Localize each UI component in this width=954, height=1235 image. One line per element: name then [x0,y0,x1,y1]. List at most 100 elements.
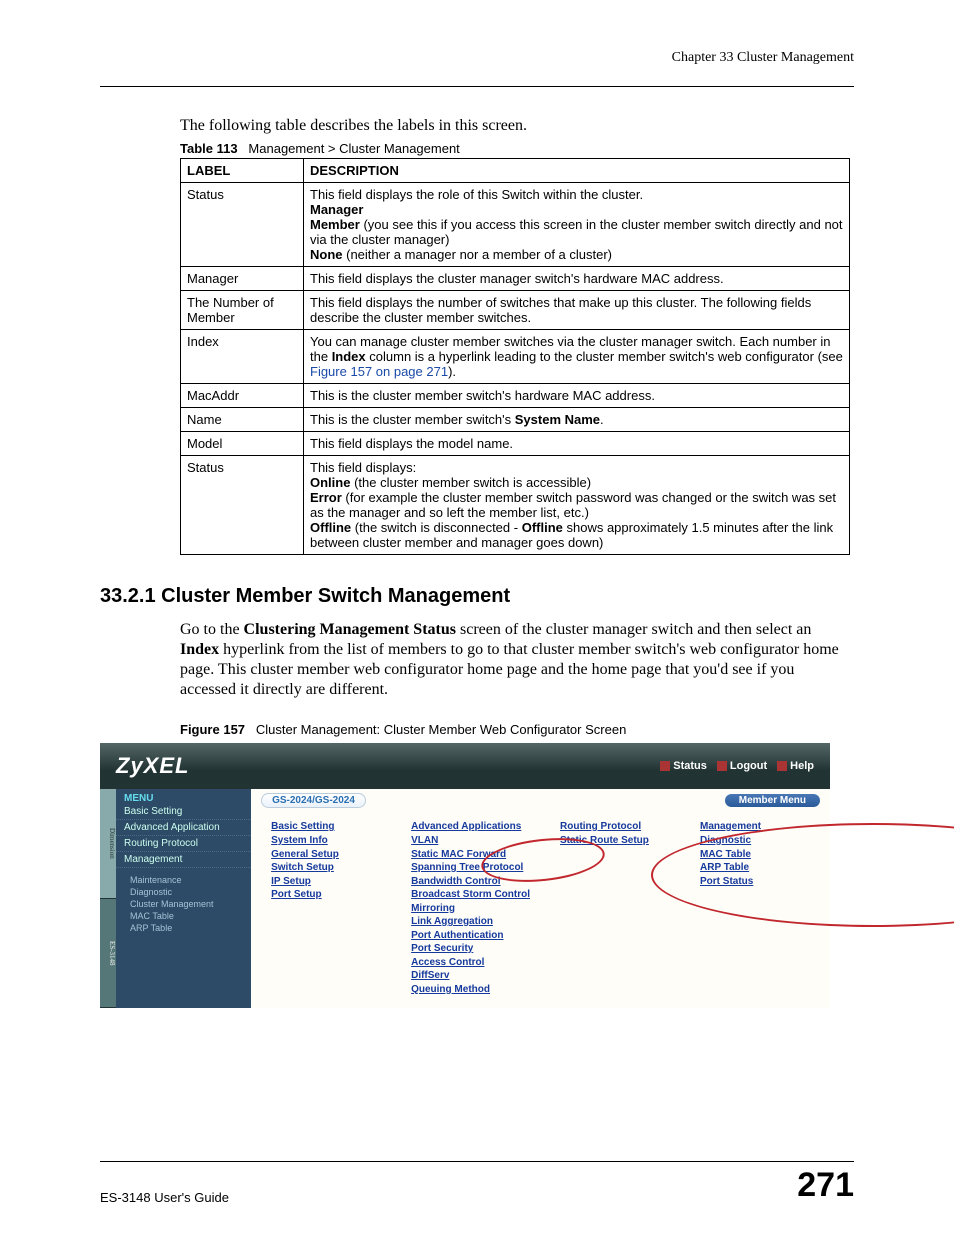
col-routing: Routing Protocol Static Route Setup [560,821,670,996]
menu-link[interactable]: Diagnostic [700,834,810,848]
content-area: GS-2024/GS-2024 Member Menu Basic Settin… [251,789,830,1008]
page-number: 271 [797,1166,854,1205]
help-icon [777,761,787,771]
menu-link[interactable]: MAC Table [700,848,810,862]
row-desc: This field displays: Online (the cluster… [304,456,850,555]
figure-title: Cluster Management: Cluster Member Web C… [256,722,626,737]
figure-link[interactable]: Figure 157 on page 271 [310,364,448,379]
row-desc: This is the cluster member switch's hard… [304,384,850,408]
status-icon [660,761,670,771]
row-desc: You can manage cluster member switches v… [304,330,850,384]
help-link[interactable]: Help [777,760,814,772]
row-desc: This field displays the role of this Swi… [304,183,850,267]
table-row: Manager This field displays the cluster … [181,267,850,291]
col-description: DESCRIPTION [304,159,850,183]
menu-link[interactable]: Access Control [411,956,530,970]
sidebar-sub-cluster[interactable]: Cluster Management [116,898,251,910]
menu-link[interactable]: Link Aggregation [411,915,530,929]
menu-link[interactable]: General Setup [271,848,381,862]
table-row: The Number of Member This field displays… [181,291,850,330]
row-label: Model [181,432,304,456]
col-head: Advanced Applications [411,821,530,832]
logout-icon [717,761,727,771]
intro-text: The following table describes the labels… [180,117,854,135]
row-label: Manager [181,267,304,291]
breadcrumb-bar: GS-2024/GS-2024 Member Menu [251,789,830,811]
table-caption: Table 113 Management > Cluster Managemen… [180,141,854,156]
row-label: Name [181,408,304,432]
row-label: Status [181,456,304,555]
table-row: MacAddr This is the cluster member switc… [181,384,850,408]
col-advanced: Advanced Applications VLAN Static MAC Fo… [411,821,530,996]
menu-link[interactable]: DiffServ [411,969,530,983]
col-label: LABEL [181,159,304,183]
sidebar-sub-arptable[interactable]: ARP Table [116,922,251,934]
table-header-row: LABEL DESCRIPTION [181,159,850,183]
col-head: Management [700,821,810,832]
menu-link[interactable]: VLAN [411,834,530,848]
fig-body: Dimension ES-3148 MENU Basic Setting Adv… [100,789,830,1008]
member-menu-button[interactable]: Member Menu [725,794,820,807]
sidebar-item-basic[interactable]: Basic Setting [116,804,251,820]
menu-link[interactable]: Bandwidth Control [411,875,530,889]
col-basic: Basic Setting System Info General Setup … [271,821,381,996]
figure-num: Figure 157 [180,722,245,737]
vertical-tabs: Dimension ES-3148 [100,789,116,1008]
col-management: Management Diagnostic MAC Table ARP Tabl… [700,821,810,996]
top-right-links: Status Logout Help [660,760,814,772]
sidebar-item-routing[interactable]: Routing Protocol [116,836,251,852]
sidebar-sub-mactable[interactable]: MAC Table [116,910,251,922]
row-label: MacAddr [181,384,304,408]
description-table: LABEL DESCRIPTION Status This field disp… [180,158,850,555]
sidebar: MENU Basic Setting Advanced Application … [116,789,251,1008]
chapter-label: Chapter 33 Cluster Management [672,50,854,65]
menu-link[interactable]: Port Status [700,875,810,889]
col-head: Basic Setting [271,821,381,832]
page-footer: ES-3148 User's Guide 271 [100,1161,854,1205]
menu-link[interactable]: Port Setup [271,888,381,902]
page-header: Chapter 33 Cluster Management [100,50,854,87]
table-num: Table 113 [180,141,238,156]
menu-link[interactable]: Port Security [411,942,530,956]
section-body: Go to the Clustering Management Status s… [180,620,854,700]
menu-link[interactable]: Port Authentication [411,929,530,943]
menu-link[interactable]: Static MAC Forward [411,848,530,862]
table-row: Status This field displays: Online (the … [181,456,850,555]
menu-link[interactable]: Queuing Method [411,983,530,997]
sidebar-sub-maintenance[interactable]: Maintenance [116,874,251,886]
row-desc: This field displays the number of switch… [304,291,850,330]
sidebar-item-advanced[interactable]: Advanced Application [116,820,251,836]
breadcrumb-left: GS-2024/GS-2024 [261,793,366,808]
menu-link[interactable]: System Info [271,834,381,848]
sidebar-menu-label: MENU [116,791,251,804]
row-desc: This field displays the cluster manager … [304,267,850,291]
figure-caption: Figure 157 Cluster Management: Cluster M… [180,722,854,737]
menu-link[interactable]: Broadcast Storm Control [411,888,530,902]
vtab-es3148[interactable]: ES-3148 [100,899,116,1009]
table-row: Name This is the cluster member switch's… [181,408,850,432]
sidebar-sub-diagnostic[interactable]: Diagnostic [116,886,251,898]
col-head: Routing Protocol [560,821,670,832]
menu-link[interactable]: Static Route Setup [560,834,670,848]
row-label: Status [181,183,304,267]
table-row: Model This field displays the model name… [181,432,850,456]
footer-guide: ES-3148 User's Guide [100,1190,229,1205]
menu-link[interactable]: Mirroring [411,902,530,916]
row-label: The Number of Member [181,291,304,330]
menu-link[interactable]: IP Setup [271,875,381,889]
table-row: Status This field displays the role of t… [181,183,850,267]
table-row: Index You can manage cluster member swit… [181,330,850,384]
fig-topbar: ZyXEL Status Logout Help [100,743,830,789]
logout-link[interactable]: Logout [717,760,767,772]
status-link[interactable]: Status [660,760,707,772]
menu-grid: Basic Setting System Info General Setup … [251,811,830,1008]
section-heading: 33.2.1 Cluster Member Switch Management [100,585,854,608]
menu-link[interactable]: Switch Setup [271,861,381,875]
row-desc: This is the cluster member switch's Syst… [304,408,850,432]
sidebar-item-management[interactable]: Management [116,852,251,868]
menu-link[interactable]: ARP Table [700,861,810,875]
figure-screenshot: ZyXEL Status Logout Help Dimension ES-31… [100,743,830,1008]
vtab-dimension[interactable]: Dimension [100,789,116,899]
menu-link[interactable]: Spanning Tree Protocol [411,861,530,875]
row-desc: This field displays the model name. [304,432,850,456]
